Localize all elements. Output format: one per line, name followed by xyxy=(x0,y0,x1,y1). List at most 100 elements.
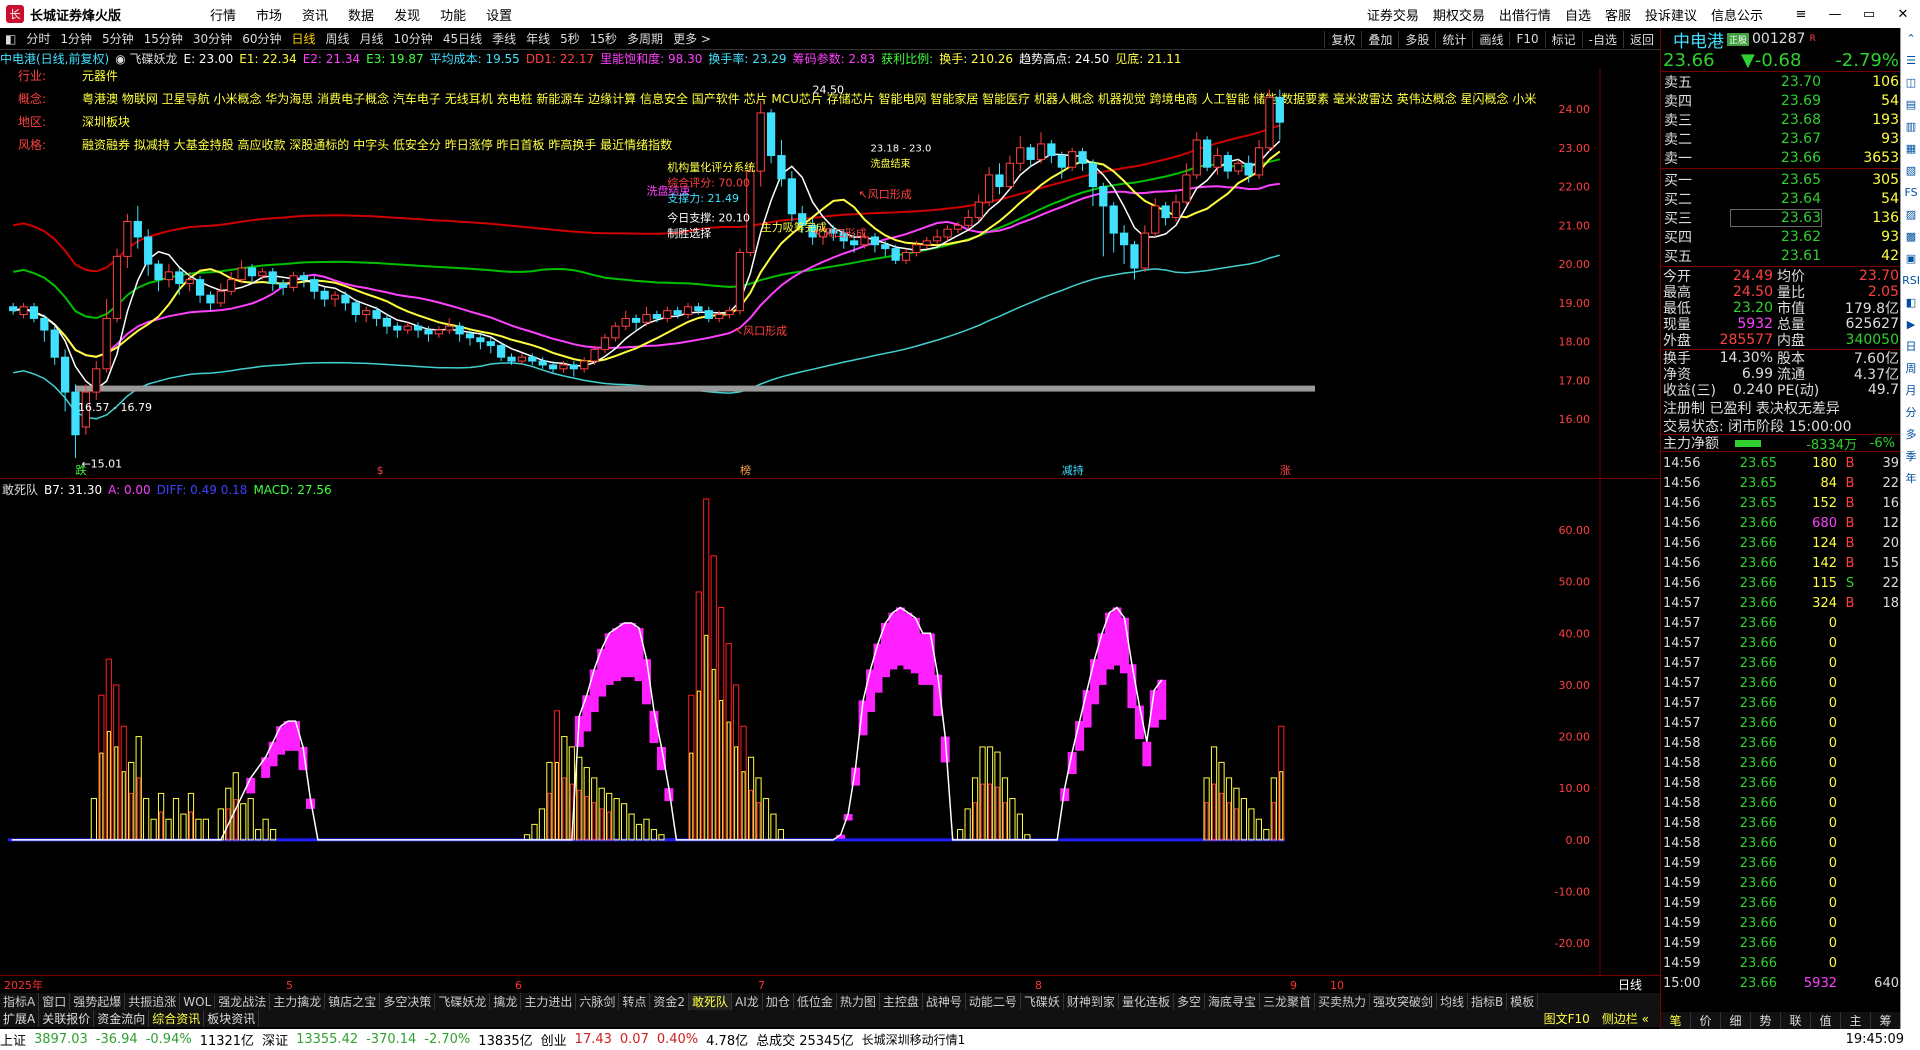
toolbar-icon-19[interactable]: 季 xyxy=(1901,446,1920,468)
tick-row[interactable]: 14:57 23.66 0 xyxy=(1661,614,1901,632)
menu-item-5[interactable]: 功能 xyxy=(430,5,476,24)
indicator-tab-1[interactable]: 窗口 xyxy=(39,993,71,1010)
period-tool-0[interactable]: 复权 xyxy=(1324,30,1361,48)
period-9[interactable]: 10分钟 xyxy=(389,30,438,47)
period-tool-7[interactable]: -自选 xyxy=(1581,30,1623,48)
indicator-tab-9[interactable]: 飞碟妖龙 xyxy=(435,993,491,1010)
event-marker[interactable]: 涨 xyxy=(1280,464,1291,477)
ext-tab-right-0[interactable]: 图文F10 xyxy=(1541,1010,1593,1027)
toolbar-icon-13[interactable]: ▶ xyxy=(1901,314,1920,336)
menu-item-3[interactable]: 数据 xyxy=(338,5,384,24)
sell-level-row[interactable]: 卖五 23.70 106 xyxy=(1661,72,1901,91)
period-tool-3[interactable]: 统计 xyxy=(1435,30,1472,48)
indicator-tab-22[interactable]: 动能二号 xyxy=(966,993,1021,1010)
tick-row[interactable]: 14:58 23.66 0 xyxy=(1661,834,1901,852)
ext-tab-1[interactable]: 关联报价 xyxy=(39,1010,95,1027)
sell-level-row[interactable]: 卖一 23.66 3653 xyxy=(1661,148,1901,167)
period-8[interactable]: 月线 xyxy=(355,30,389,47)
indicator-tab-17[interactable]: 加仓 xyxy=(763,993,794,1010)
indicator-tab-25[interactable]: 量化连板 xyxy=(1119,993,1174,1010)
tick-row[interactable]: 14:58 23.66 0 xyxy=(1661,794,1901,812)
toolbar-icon-17[interactable]: 分 xyxy=(1901,402,1920,424)
quote-tab-4[interactable]: 联 xyxy=(1781,1012,1811,1029)
ext-tab-4[interactable]: 板块资讯 xyxy=(204,1010,260,1027)
indicator-tab-2[interactable]: 强势起爆 xyxy=(70,993,126,1010)
tick-row[interactable]: 14:59 23.66 0 xyxy=(1661,934,1901,952)
indicator-tab-0[interactable]: 指标A xyxy=(0,993,40,1010)
indicator-tab-6[interactable]: 主力擒龙 xyxy=(270,993,326,1010)
indicator-tab-30[interactable]: 强攻突破剑 xyxy=(1370,993,1438,1010)
event-marker[interactable]: 榜 xyxy=(740,463,751,477)
quote-tab-2[interactable]: 细 xyxy=(1721,1012,1751,1029)
period-6[interactable]: 日线 xyxy=(286,30,320,47)
menu-item-0[interactable]: 行情 xyxy=(200,5,246,24)
tick-row[interactable]: 14:56 23.66 142 B 15 xyxy=(1661,554,1901,572)
ext-tab-0[interactable]: 扩展A xyxy=(0,1010,40,1027)
period-tool-2[interactable]: 多股 xyxy=(1398,30,1435,48)
event-marker[interactable]: 减持 xyxy=(1062,463,1084,477)
main-kline-chart[interactable]: 16.00 17.00 18.00 19.00 20.00 21.00 22.00 23.00… xyxy=(0,68,1660,478)
period-10[interactable]: 45日线 xyxy=(438,30,487,47)
toolbar-icon-6[interactable]: ▧ xyxy=(1901,160,1920,182)
tick-row[interactable]: 14:56 23.65 84 B 22 xyxy=(1661,474,1901,492)
tick-row[interactable]: 14:57 23.66 0 xyxy=(1661,694,1901,712)
indicator-tab-13[interactable]: 转点 xyxy=(619,993,651,1010)
maximize-icon[interactable]: ▭ xyxy=(1852,0,1886,28)
event-marker[interactable]: $ xyxy=(377,464,384,477)
period-12[interactable]: 年线 xyxy=(521,30,555,47)
indicator-tab-8[interactable]: 多空决策 xyxy=(380,993,436,1010)
kline-svg[interactable]: 16.00 17.00 18.00 19.00 20.00 21.00 22.00 23.00… xyxy=(0,68,1660,478)
menu-item-6[interactable]: 设置 xyxy=(476,5,522,24)
toolbar-icon-11[interactable]: RSI xyxy=(1901,270,1920,292)
period-2[interactable]: 5分钟 xyxy=(97,30,139,47)
quote-tab-1[interactable]: 价 xyxy=(1691,1012,1721,1029)
toolbar-icon-16[interactable]: 月 xyxy=(1901,380,1920,402)
tick-row[interactable]: 14:59 23.66 0 xyxy=(1661,954,1901,972)
period-11[interactable]: 季线 xyxy=(487,30,521,47)
tick-row[interactable]: 14:59 23.66 0 xyxy=(1661,874,1901,892)
toolbar-icon-8[interactable]: ▨ xyxy=(1901,204,1920,226)
toolbar-icon-12[interactable]: ◧ xyxy=(1901,292,1920,314)
tick-row[interactable]: 14:56 23.66 124 B 20 xyxy=(1661,534,1901,552)
period-7[interactable]: 周线 xyxy=(321,30,355,47)
buy-level-row[interactable]: 买三 23.63 136 xyxy=(1661,208,1901,227)
tick-row[interactable]: 14:57 23.66 0 xyxy=(1661,674,1901,692)
tick-row[interactable]: 14:59 23.66 0 xyxy=(1661,914,1901,932)
buy-level-row[interactable]: 买一 23.65 305 xyxy=(1661,170,1901,189)
buy-level-row[interactable]: 买四 23.62 93 xyxy=(1661,227,1901,246)
period-tool-6[interactable]: 标记 xyxy=(1544,30,1582,48)
toolbar-icon-15[interactable]: 周 xyxy=(1901,358,1920,380)
indicator-tab-27[interactable]: 海底寻宝 xyxy=(1205,993,1260,1010)
quote-tab-6[interactable]: 主 xyxy=(1841,1012,1871,1029)
sub-indicator-svg[interactable]: 60.00 50.00 40.00 30.00 20.00 10.00 0.00 -10.00… xyxy=(0,479,1660,977)
toolbar-icon-10[interactable]: ▣ xyxy=(1901,248,1920,270)
indicator-tab-4[interactable]: WOL xyxy=(180,994,216,1009)
menu-item-1[interactable]: 市场 xyxy=(246,5,292,24)
indicator-tab-3[interactable]: 共振追涨 xyxy=(125,993,181,1010)
menu-icon[interactable]: ≡ xyxy=(1784,0,1818,28)
indicator-tab-11[interactable]: 主力进出 xyxy=(521,993,577,1010)
tick-row[interactable]: 14:57 23.66 0 xyxy=(1661,634,1901,652)
indicator-tab-29[interactable]: 买卖热力 xyxy=(1315,993,1371,1010)
indicator-tab-18[interactable]: 低位金 xyxy=(794,993,837,1010)
tick-row[interactable]: 14:56 23.65 180 B 39 xyxy=(1661,454,1901,472)
minimize-icon[interactable]: — xyxy=(1818,0,1852,28)
ext-tab-right-1[interactable]: 侧边栏 « xyxy=(1599,1010,1652,1027)
close-icon[interactable]: ✕ xyxy=(1886,0,1920,28)
tick-row[interactable]: 14:56 23.66 115 S 22 xyxy=(1661,574,1901,592)
indicator-tab-19[interactable]: 热力图 xyxy=(837,993,880,1010)
period-5[interactable]: 60分钟 xyxy=(237,30,286,47)
toolbar-icon-2[interactable]: ◫ xyxy=(1901,72,1920,94)
tick-row[interactable]: 14:58 23.66 0 xyxy=(1661,754,1901,772)
indicator-tab-31[interactable]: 均线 xyxy=(1437,993,1469,1010)
menu-item-2[interactable]: 资讯 xyxy=(292,5,338,24)
right-menu-item-5[interactable]: 投诉建议 xyxy=(1638,5,1704,24)
indicator-tab-23[interactable]: 飞碟妖 xyxy=(1021,993,1064,1010)
toolbar-icon-0[interactable]: ⌃ xyxy=(1901,28,1920,50)
sell-level-row[interactable]: 卖三 23.68 193 xyxy=(1661,110,1901,129)
indicator-tab-5[interactable]: 强龙战法 xyxy=(215,993,271,1010)
period-tool-5[interactable]: F10 xyxy=(1509,32,1544,46)
ext-tab-2[interactable]: 资金流向 xyxy=(94,1010,150,1027)
indicator-tab-20[interactable]: 主控盘 xyxy=(880,993,923,1010)
indicator-tab-26[interactable]: 多空 xyxy=(1174,993,1205,1010)
